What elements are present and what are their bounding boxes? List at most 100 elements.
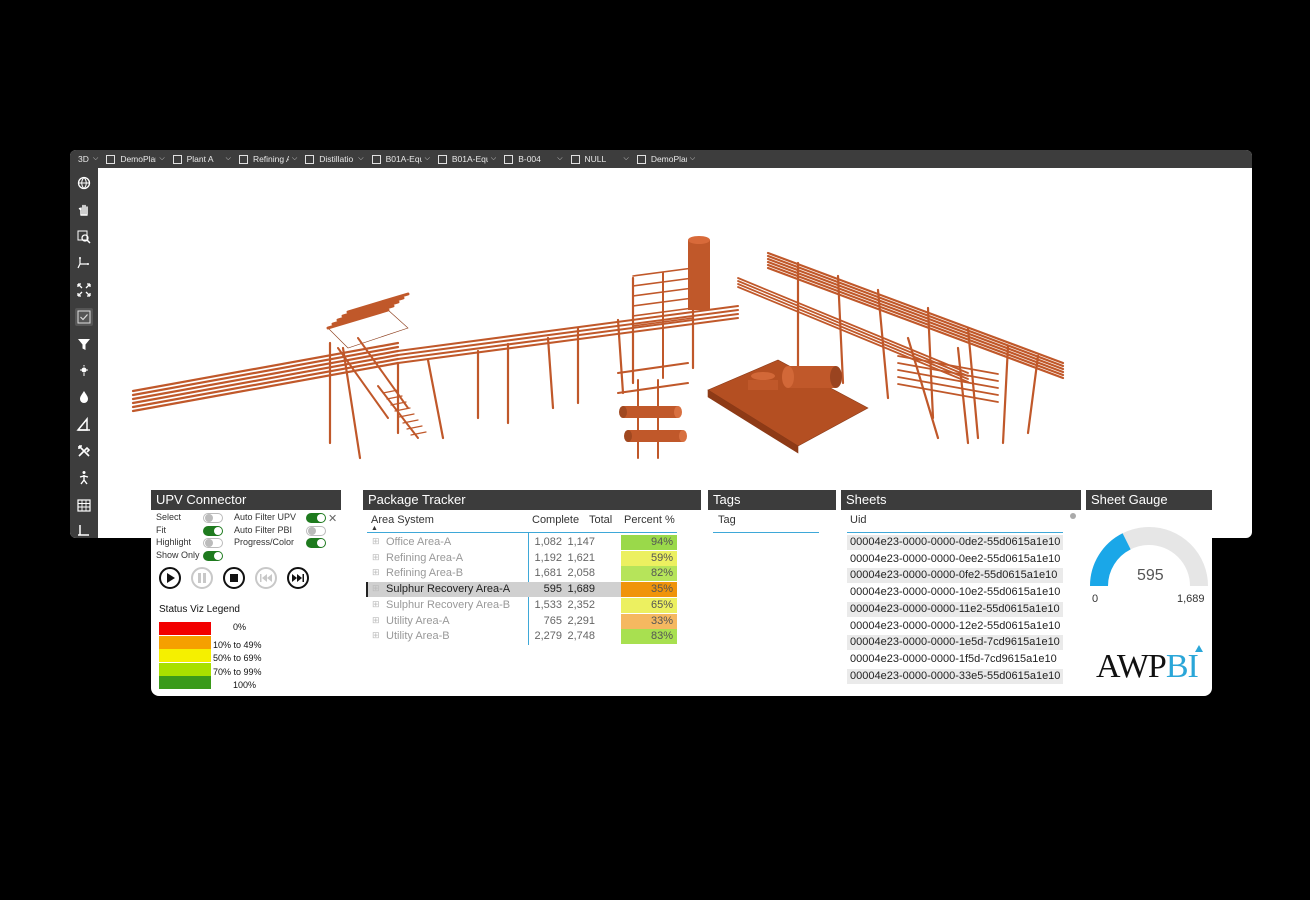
expand-icon[interactable]: ⊞ — [372, 583, 380, 594]
light-tool-button[interactable] — [75, 362, 93, 380]
filter-chip-0[interactable]: 3D ⌵ — [78, 150, 106, 168]
table-row[interactable]: ⊞ Utility Area-B 2,279 2,748 83% — [367, 629, 677, 645]
chevron-down-icon[interactable]: ⌵ — [358, 155, 363, 163]
col-area-system[interactable]: Area System — [371, 514, 434, 526]
expand-icon[interactable]: ⊞ — [372, 567, 380, 578]
list-item[interactable]: 00004e23-0000-0000-10e2-55d0615a1e10 — [847, 585, 1063, 600]
toggle-select[interactable] — [203, 513, 223, 523]
measure-tool-button[interactable] — [75, 415, 93, 433]
play-button[interactable] — [159, 567, 181, 589]
chevron-down-icon[interactable]: ⌵ — [624, 155, 629, 163]
color-drop-tool-button[interactable] — [75, 388, 93, 406]
fit-extents-tool-button[interactable] — [75, 281, 93, 299]
checkbox-icon[interactable] — [437, 154, 447, 164]
expand-icon[interactable]: ⊞ — [372, 536, 380, 547]
chevron-down-icon[interactable]: ⌵ — [425, 155, 430, 163]
list-item[interactable]: 00004e23-0000-0000-11e2-55d0615a1e10 — [847, 601, 1063, 617]
list-item[interactable]: 00004e23-0000-0000-1f5d-7cd9615a1e10 — [847, 652, 1063, 667]
sheet-gauge-title: Sheet Gauge — [1086, 490, 1212, 510]
list-item[interactable]: 00004e23-0000-0000-1e5d-7cd9615a1e10 — [847, 635, 1063, 651]
scrollbar-thumb[interactable] — [1070, 513, 1076, 519]
checkbox-icon[interactable] — [636, 154, 646, 164]
close-icon[interactable]: ✕ — [328, 512, 337, 525]
list-item[interactable]: 00004e23-0000-0000-0de2-55d0615a1e10 — [847, 535, 1063, 550]
chevron-down-icon[interactable]: ⌵ — [491, 155, 496, 163]
expand-icon[interactable]: ⊞ — [372, 552, 380, 563]
globe-tool-button[interactable] — [75, 174, 93, 192]
toggle-fit[interactable] — [203, 525, 223, 536]
crop-corner-tool-button[interactable] — [75, 522, 93, 538]
table-row[interactable]: ⊞ Sulphur Recovery Area-A 595 1,689 35% — [366, 582, 677, 598]
toggle-auto-filter-pbi[interactable] — [306, 525, 326, 536]
table-row[interactable]: ⊞ Refining Area-A 1,192 1,621 59% — [367, 550, 677, 566]
col-tag[interactable]: Tag — [718, 514, 736, 526]
cell-total: 1,147 — [567, 536, 595, 548]
zoom-area-tool-button[interactable] — [75, 228, 93, 246]
chevron-down-icon[interactable]: ⌵ — [93, 155, 98, 163]
toggle-highlight[interactable] — [203, 538, 223, 548]
checkbox-tool-button[interactable] — [75, 308, 93, 326]
col-complete[interactable]: Complete — [532, 514, 579, 526]
chevron-down-icon[interactable]: ⌵ — [159, 155, 164, 163]
plant-model — [131, 236, 1065, 460]
legend-swatch — [159, 662, 211, 676]
zoom-area-icon — [77, 230, 91, 244]
filter-chip-7[interactable]: B-004 ⌵ — [504, 150, 570, 168]
table-row[interactable]: ⊞ Refining Area-B 1,681 2,058 82% — [367, 566, 677, 582]
list-item[interactable]: 00004e23-0000-0000-0ee2-55d0615a1e10 — [847, 552, 1063, 567]
toggle-progress-color[interactable] — [306, 538, 326, 548]
checkbox-icon[interactable] — [172, 154, 182, 164]
filter-chip-4[interactable]: Distillatio ⌵ — [305, 150, 371, 168]
col-total[interactable]: Total — [589, 514, 612, 526]
checkbox-icon[interactable] — [371, 154, 381, 164]
table-row[interactable]: ⊞ Office Area-A 1,082 1,147 94% — [367, 535, 677, 550]
filter-icon — [78, 338, 90, 350]
filter-chip-8[interactable]: NULL ⌵ — [570, 150, 637, 168]
filter-chip-6[interactable]: B01A-Equ ⌵ — [437, 150, 504, 168]
checkbox-icon[interactable] — [504, 154, 514, 164]
filter-chip-1[interactable]: DemoPlar ⌵ — [106, 150, 172, 168]
expand-icon[interactable]: ⊞ — [372, 630, 380, 641]
checkbox-icon — [77, 310, 91, 324]
filter-chip-3[interactable]: Refining A ⌵ — [238, 150, 305, 168]
chevron-down-icon[interactable]: ⌵ — [690, 155, 695, 163]
checkbox-icon[interactable] — [106, 154, 116, 164]
table-row[interactable]: ⊞ Sulphur Recovery Area-B 1,533 2,352 65% — [367, 597, 677, 613]
filter-chip-5[interactable]: B01A-Equ ⌵ — [371, 150, 438, 168]
cell-percent: 82% — [621, 566, 677, 582]
checkbox-icon[interactable] — [570, 154, 580, 164]
filter-chip-label: 3D — [78, 154, 89, 164]
selection-marker — [366, 582, 368, 598]
stop-button[interactable] — [223, 567, 245, 589]
globe-icon — [77, 176, 91, 190]
filter-chip-2[interactable]: Plant A ⌵ — [172, 150, 239, 168]
tags-title: Tags — [708, 490, 836, 510]
axes-tool-button[interactable] — [75, 254, 93, 272]
walk-person-tool-button[interactable] — [75, 469, 93, 487]
list-item[interactable]: 00004e23-0000-0000-0fe2-55d0615a1e10 — [847, 568, 1063, 584]
tools-tool-button[interactable] — [75, 442, 93, 460]
expand-icon[interactable]: ⊞ — [372, 615, 380, 626]
checkbox-icon[interactable] — [238, 154, 248, 164]
toggle-show-only[interactable] — [203, 550, 223, 561]
chevron-down-icon[interactable]: ⌵ — [226, 155, 231, 163]
filter-tool-button[interactable] — [75, 335, 93, 353]
table-row[interactable]: ⊞ Utility Area-A 765 2,291 33% — [367, 613, 677, 629]
col-uid[interactable]: Uid — [850, 514, 867, 526]
table-tool-button[interactable] — [75, 496, 93, 514]
chevron-down-icon[interactable]: ⌵ — [557, 155, 562, 163]
filter-chip-9[interactable]: DemoPlar ⌵ — [636, 150, 703, 168]
checkbox-icon[interactable] — [305, 154, 315, 164]
hand-pan-tool-button[interactable] — [75, 201, 93, 219]
expand-icon[interactable]: ⊞ — [372, 599, 380, 610]
skip-forward-button[interactable] — [287, 567, 309, 589]
list-item[interactable]: 00004e23-0000-0000-33e5-55d0615a1e10 — [847, 668, 1063, 684]
pause-button[interactable] — [191, 567, 213, 589]
list-item[interactable]: 00004e23-0000-0000-12e2-55d0615a1e10 — [847, 619, 1063, 634]
model-viewport[interactable] — [98, 168, 1252, 538]
col-percent[interactable]: Percent % — [624, 514, 675, 526]
cell-complete: 595 — [543, 583, 562, 596]
chevron-down-icon[interactable]: ⌵ — [292, 155, 297, 163]
toggle-auto-filter-upv[interactable] — [306, 513, 326, 523]
skip-back-button[interactable] — [255, 567, 277, 589]
